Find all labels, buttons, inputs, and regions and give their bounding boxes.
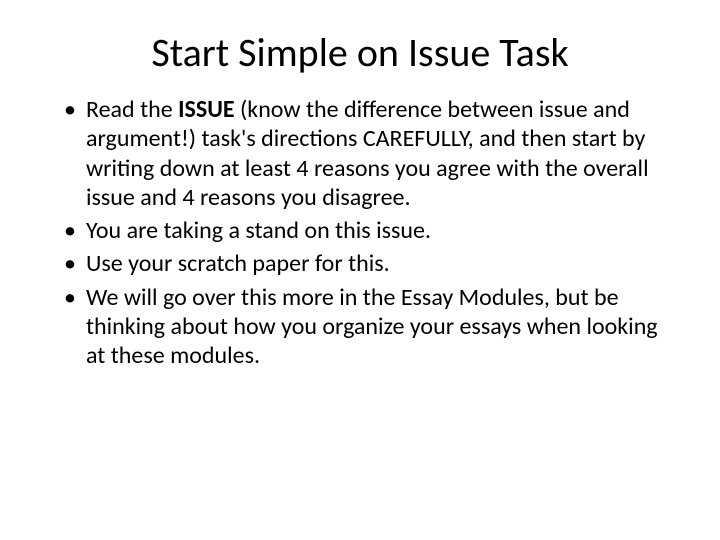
bullet-text-bold: ISSUE [178, 95, 234, 124]
bullet-text-pre: Read the [86, 95, 178, 124]
list-item: You are taking a stand on this issue. [86, 216, 670, 245]
bullet-text-pre: Use your scratch paper for this. [86, 249, 390, 278]
slide: Start Simple on Issue Task Read the ISSU… [0, 0, 720, 540]
slide-title: Start Simple on Issue Task [40, 28, 680, 77]
bullet-text-pre: We will go over this more in the Essay M… [86, 283, 658, 371]
bullet-list: Read the ISSUE (know the difference betw… [40, 95, 680, 370]
list-item: Use your scratch paper for this. [86, 249, 670, 278]
bullet-text-pre: You are taking a stand on this issue. [86, 216, 431, 245]
list-item: We will go over this more in the Essay M… [86, 283, 670, 371]
list-item: Read the ISSUE (know the difference betw… [86, 95, 670, 212]
